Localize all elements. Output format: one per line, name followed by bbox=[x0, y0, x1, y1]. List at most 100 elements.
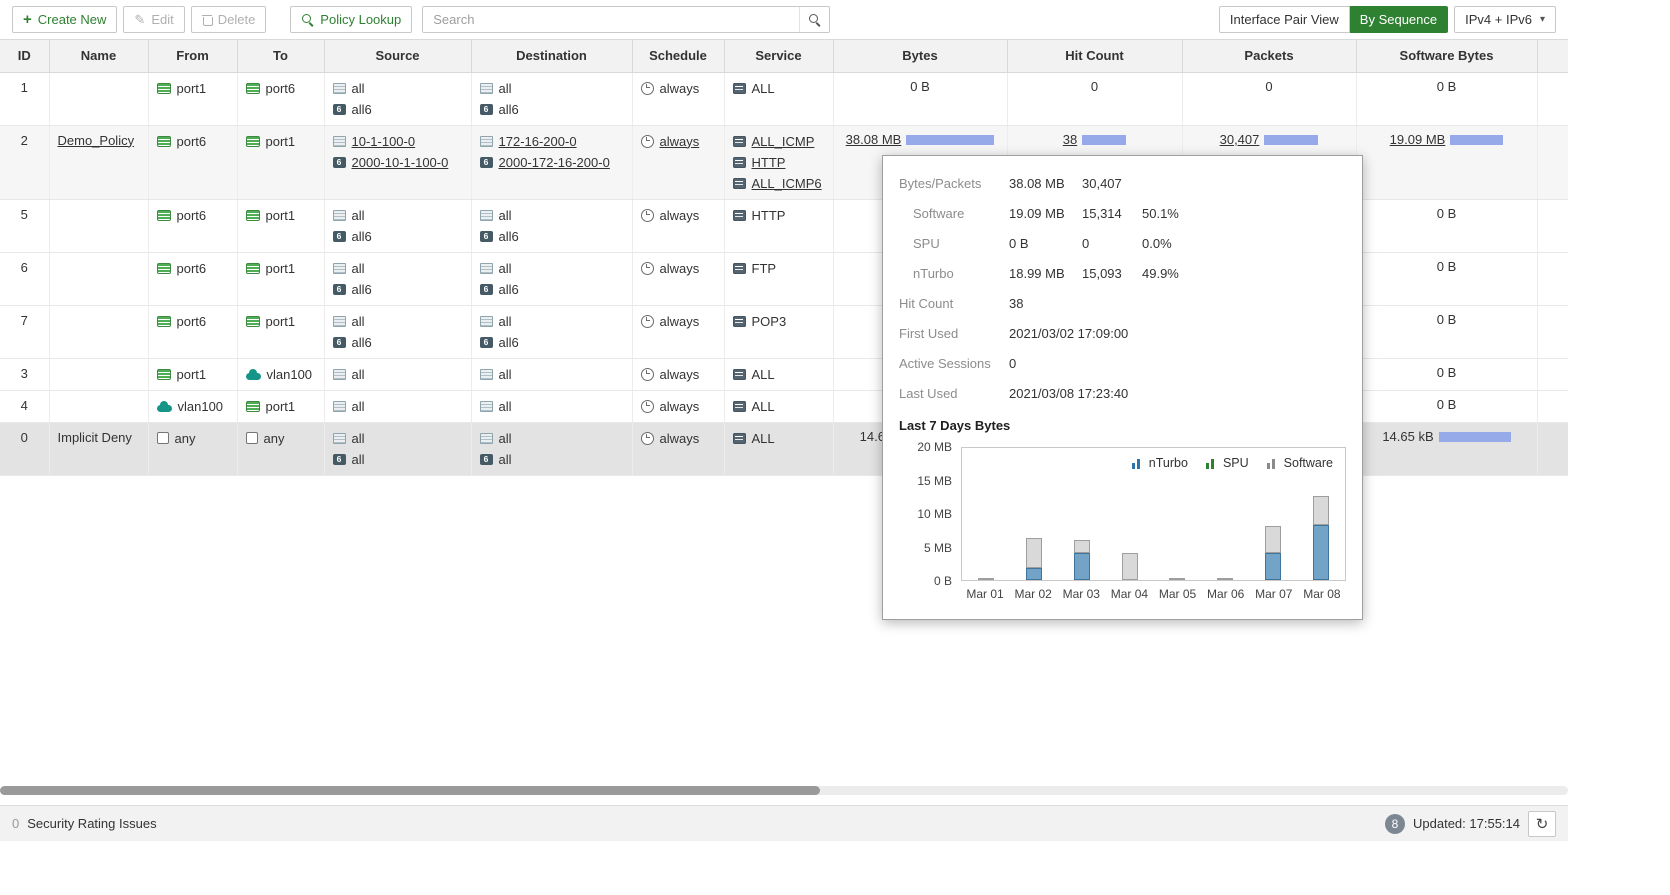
to-entity[interactable]: port1 bbox=[246, 396, 316, 417]
column-header-packets[interactable]: Packets bbox=[1182, 40, 1356, 72]
to-entity[interactable]: port6 bbox=[246, 78, 316, 99]
destination-entity[interactable]: all bbox=[480, 364, 624, 385]
cell-software-bytes[interactable]: 0 B bbox=[1356, 305, 1537, 358]
source-entity[interactable]: all bbox=[333, 396, 463, 417]
service-entity[interactable]: POP3 bbox=[733, 311, 825, 332]
destination-entity[interactable]: all bbox=[480, 311, 624, 332]
service-entity[interactable]: FTP bbox=[733, 258, 825, 279]
destination-entity[interactable]: 6all6 bbox=[480, 99, 624, 120]
destination-entity[interactable]: all bbox=[480, 258, 624, 279]
schedule-entity[interactable]: always bbox=[641, 131, 716, 152]
destination-entity[interactable]: all bbox=[480, 78, 624, 99]
refresh-button[interactable]: ↻ bbox=[1528, 811, 1556, 837]
scrollbar-thumb[interactable] bbox=[0, 786, 820, 795]
service-entity[interactable]: ALL bbox=[733, 428, 825, 449]
destination-entity[interactable]: all bbox=[480, 205, 624, 226]
to-entity[interactable]: port1 bbox=[246, 205, 316, 226]
edit-button[interactable]: ✎ Edit bbox=[123, 6, 184, 33]
create-new-button[interactable]: + Create New bbox=[12, 6, 117, 33]
service-entity[interactable]: ALL_ICMP6 bbox=[733, 173, 825, 194]
schedule-entity[interactable]: always bbox=[641, 258, 716, 279]
column-header-destination[interactable]: Destination bbox=[471, 40, 632, 72]
cell-software-bytes[interactable]: 0 B bbox=[1356, 72, 1537, 125]
column-header-schedule[interactable]: Schedule bbox=[632, 40, 724, 72]
source-entity[interactable]: 10-1-100-0 bbox=[333, 131, 463, 152]
schedule-entity[interactable]: always bbox=[641, 78, 716, 99]
source-entity[interactable]: all bbox=[333, 205, 463, 226]
security-rating-issues[interactable]: 0 Security Rating Issues bbox=[12, 816, 157, 831]
source-entity[interactable]: all bbox=[333, 258, 463, 279]
delete-button[interactable]: Delete bbox=[191, 6, 267, 33]
column-header-service[interactable]: Service bbox=[724, 40, 833, 72]
from-entity[interactable]: vlan100 bbox=[157, 396, 229, 417]
schedule-entity[interactable]: always bbox=[641, 311, 716, 332]
service-entity[interactable]: ALL_ICMP bbox=[733, 131, 825, 152]
ip-version-dropdown[interactable]: IPv4 + IPv6 ▾ bbox=[1454, 6, 1556, 33]
cell-bytes[interactable]: 0 B bbox=[833, 72, 1007, 125]
column-header-so[interactable]: So bbox=[1537, 40, 1568, 72]
destination-entity[interactable]: 6all6 bbox=[480, 226, 624, 247]
source-entity[interactable]: all bbox=[333, 428, 463, 449]
from-entity[interactable]: any bbox=[157, 428, 229, 449]
schedule-entity[interactable]: always bbox=[641, 205, 716, 226]
search-button[interactable] bbox=[799, 7, 829, 32]
schedule-entity[interactable]: always bbox=[641, 396, 716, 417]
source-entity[interactable]: 62000-10-1-100-0 bbox=[333, 152, 463, 173]
to-entity[interactable]: any bbox=[246, 428, 316, 449]
column-header-source[interactable]: Source bbox=[324, 40, 471, 72]
column-header-to[interactable]: To bbox=[237, 40, 324, 72]
source-entity[interactable]: all bbox=[333, 364, 463, 385]
cell-hit-count[interactable]: 0 bbox=[1007, 72, 1182, 125]
interface-pair-view-button[interactable]: Interface Pair View bbox=[1219, 6, 1350, 33]
service-entity[interactable]: ALL bbox=[733, 396, 825, 417]
schedule-entity[interactable]: always bbox=[641, 364, 716, 385]
service-entity[interactable]: HTTP bbox=[733, 152, 825, 173]
cell-software-bytes[interactable]: 0 B bbox=[1356, 252, 1537, 305]
from-entity[interactable]: port6 bbox=[157, 131, 229, 152]
from-entity[interactable]: port6 bbox=[157, 258, 229, 279]
source-entity[interactable]: 6all6 bbox=[333, 99, 463, 120]
source-entity[interactable]: all bbox=[333, 311, 463, 332]
destination-entity[interactable]: 62000-172-16-200-0 bbox=[480, 152, 624, 173]
destination-entity[interactable]: 6all6 bbox=[480, 332, 624, 353]
destination-entity[interactable]: 6all bbox=[480, 449, 624, 470]
schedule-entity[interactable]: always bbox=[641, 428, 716, 449]
policy-lookup-button[interactable]: Policy Lookup bbox=[290, 6, 412, 33]
cell-software-bytes[interactable]: 19.09 MB bbox=[1356, 125, 1537, 199]
from-entity[interactable]: port1 bbox=[157, 78, 229, 99]
destination-entity[interactable]: all bbox=[480, 396, 624, 417]
cell-software-bytes[interactable]: 0 B bbox=[1356, 199, 1537, 252]
destination-entity[interactable]: all bbox=[480, 428, 624, 449]
from-entity[interactable]: port6 bbox=[157, 205, 229, 226]
source-entity[interactable]: 6all bbox=[333, 449, 463, 470]
policy-row-1[interactable]: 1port1port6all6all6all6all6alwaysALL0 B0… bbox=[0, 72, 1568, 125]
from-entity[interactable]: port6 bbox=[157, 311, 229, 332]
destination-entity[interactable]: 6all6 bbox=[480, 279, 624, 300]
column-header-software-bytes[interactable]: Software Bytes bbox=[1356, 40, 1537, 72]
destination-entity[interactable]: 172-16-200-0 bbox=[480, 131, 624, 152]
column-header-from[interactable]: From bbox=[148, 40, 237, 72]
column-header-hit-count[interactable]: Hit Count bbox=[1007, 40, 1182, 72]
to-entity[interactable]: port1 bbox=[246, 258, 316, 279]
column-header-id[interactable]: ID bbox=[0, 40, 49, 72]
from-entity[interactable]: port1 bbox=[157, 364, 229, 385]
to-entity[interactable]: vlan100 bbox=[246, 364, 316, 385]
notification-badge[interactable]: 8 bbox=[1385, 814, 1405, 834]
source-entity[interactable]: 6all6 bbox=[333, 279, 463, 300]
cell-software-bytes[interactable]: 0 B bbox=[1356, 358, 1537, 390]
to-entity[interactable]: port1 bbox=[246, 311, 316, 332]
source-entity[interactable]: all bbox=[333, 78, 463, 99]
cell-software-bytes[interactable]: 0 B bbox=[1356, 390, 1537, 422]
horizontal-scrollbar[interactable] bbox=[0, 786, 1568, 795]
service-entity[interactable]: ALL bbox=[733, 364, 825, 385]
source-entity[interactable]: 6all6 bbox=[333, 226, 463, 247]
search-input[interactable] bbox=[423, 7, 799, 32]
service-entity[interactable]: ALL bbox=[733, 78, 825, 99]
source-entity[interactable]: 6all6 bbox=[333, 332, 463, 353]
column-header-name[interactable]: Name bbox=[49, 40, 148, 72]
service-entity[interactable]: HTTP bbox=[733, 205, 825, 226]
cell-packets[interactable]: 0 bbox=[1182, 72, 1356, 125]
by-sequence-button[interactable]: By Sequence bbox=[1350, 6, 1448, 33]
column-header-bytes[interactable]: Bytes bbox=[833, 40, 1007, 72]
to-entity[interactable]: port1 bbox=[246, 131, 316, 152]
